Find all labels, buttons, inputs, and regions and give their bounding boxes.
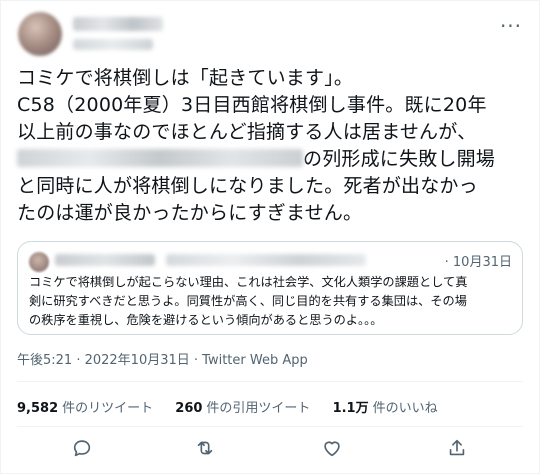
author-handle-redacted[interactable] xyxy=(73,39,153,50)
retweets-stat[interactable]: 9,582 件のリツイート xyxy=(17,401,153,416)
tweet-text: コミケで将棋倒しは「起きています」。 C58（2000年夏）3日目西館将棋倒し事… xyxy=(17,65,529,227)
quoted-text: コミケで将棋倒しが起こらない理由、これは社会学、文化人類学の課題として真 剣に研… xyxy=(29,273,513,330)
quoted-date: · 10月31日 xyxy=(444,255,512,270)
quoted-avatar xyxy=(29,252,49,272)
quoted-line: 剣に研究すべきだと思うよ。同質性が高く、同じ目的を共有する集団は、その場 xyxy=(29,294,467,308)
quoted-line: の秩序を重視し、危険を避けるという傾向があると思うのよ。。。 xyxy=(29,313,383,327)
retweet-icon[interactable] xyxy=(194,437,220,463)
retweets-label: 件のリツイート xyxy=(62,401,154,416)
quotes-label: 件の引用ツイート xyxy=(206,401,311,416)
likes-stat[interactable]: 1.1万 件のいいね xyxy=(333,401,438,416)
quoted-handle-redacted xyxy=(166,254,366,266)
divider xyxy=(17,381,523,382)
tweet-line: C58（2000年夏）3日目西館将棋倒し事件。既に20年 xyxy=(17,94,487,116)
like-icon[interactable] xyxy=(321,437,347,463)
tweet-card: ··· コミケで将棋倒しは「起きています」。 C58（2000年夏）3日目西館将… xyxy=(0,0,540,474)
tweet-timestamp[interactable]: 午後5:21 · 2022年10月31日 · Twitter Web App xyxy=(17,349,308,368)
divider xyxy=(17,426,523,427)
quotes-count: 260 xyxy=(175,401,203,416)
tweet-line: たのは運が良かったからにすぎません。 xyxy=(17,202,363,224)
author-name-redacted[interactable] xyxy=(73,17,163,31)
likes-count: 1.1万 xyxy=(332,401,369,416)
tweet-line-with-redaction: の列形成に失敗し開場 xyxy=(17,146,529,173)
quotes-stat[interactable]: 260 件の引用ツイート xyxy=(175,401,310,416)
retweets-count: 9,582 xyxy=(17,401,59,416)
share-icon[interactable] xyxy=(446,437,472,463)
tweet-line: コミケで将棋倒しは「起きています」。 xyxy=(17,67,354,89)
quoted-line: コミケで将棋倒しが起こらない理由、これは社会学、文化人類学の課題として真 xyxy=(29,275,468,289)
tweet-line: 以上前の事なのでほとんど指摘する人は居ませんが、 xyxy=(17,121,477,143)
quoted-author-redacted xyxy=(55,254,155,266)
likes-label: 件のいいね xyxy=(372,401,438,416)
tweet-line: と同時に人が将棋倒しになりました。死者が出なかっ xyxy=(17,175,478,197)
tweet-stats: 9,582 件のリツイート 260 件の引用ツイート 1.1万 件のいいね xyxy=(17,397,456,416)
avatar[interactable] xyxy=(18,12,62,56)
redacted-text xyxy=(17,149,303,167)
quoted-tweet[interactable]: · 10月31日 コミケで将棋倒しが起こらない理由、これは社会学、文化人類学の課… xyxy=(17,241,523,335)
action-bar xyxy=(1,433,540,467)
tweet-line-tail: の列形成に失敗し開場 xyxy=(303,148,496,170)
more-icon[interactable]: ··· xyxy=(499,16,523,37)
reply-icon[interactable] xyxy=(71,437,97,463)
